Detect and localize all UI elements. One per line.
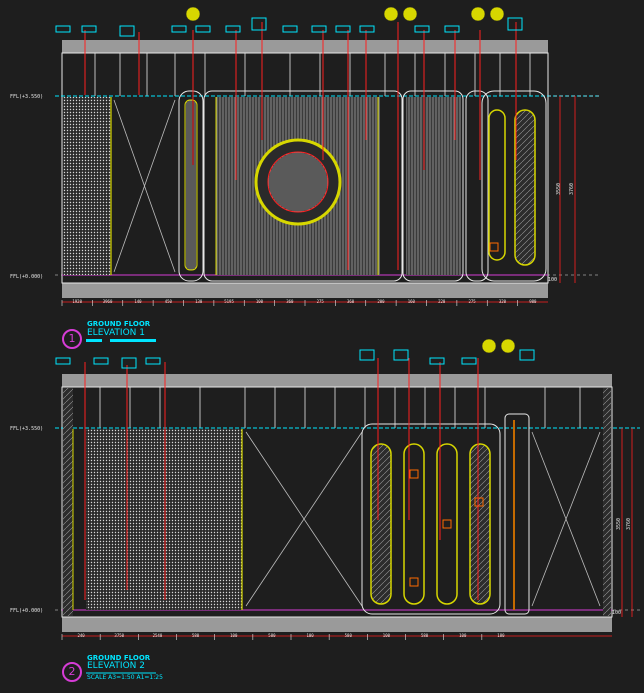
- elevation-1-title-line2: ELEVATION 1: [87, 328, 145, 338]
- e1-dim-label: 3960: [103, 299, 113, 304]
- e1-dim-label: 320: [499, 299, 507, 304]
- elevation-drawing-canvas: 1920 3960 140 450 130 5195 100 360 275 360 200 160 2…: [10, 6, 640, 674]
- e2-dim-label: 3750: [114, 633, 124, 638]
- e1-vdim-1: 3550: [556, 183, 562, 195]
- e2-dim-label: 100: [459, 633, 467, 638]
- e1-vdim-2: 3760: [569, 183, 575, 195]
- e2-dim-label: 580: [421, 633, 429, 638]
- e1-dim-label: 130: [195, 299, 203, 304]
- e1-floor-band: [62, 283, 548, 298]
- elevation-1-number-badge: 1: [62, 329, 82, 349]
- e2-dim-label: 100: [230, 633, 238, 638]
- e1-dim-label: 360: [286, 299, 294, 304]
- e1-dim-label: 275: [468, 299, 476, 304]
- elevation-2-scale: SCALE A3=1:50 A1=1:25: [87, 674, 163, 681]
- elevation-1-title-line1: GROUND FLOOR: [87, 320, 151, 328]
- e2-dim-label: 240: [77, 633, 85, 638]
- e1-dimension-strip: 1920 3960 140 450 130 5195 100 360 275 360 200 160 2…: [61, 299, 537, 306]
- e1-dim-label: 980: [529, 299, 537, 304]
- e1-dim-label: 360: [347, 299, 355, 304]
- e2-dim-label: 100: [383, 633, 391, 638]
- e1-level-top: FFL(+3.550): [10, 94, 43, 100]
- elevation-2: [55, 358, 640, 632]
- e1-level-bottom: FFL(+0.000): [10, 274, 43, 280]
- e2-dim-label: 580: [192, 633, 200, 638]
- e1-dim-label: 160: [408, 299, 416, 304]
- e1-ceiling-band: [62, 40, 548, 53]
- e1-dim-label: 1920: [72, 299, 82, 304]
- e1-dotted-panel: [63, 97, 111, 275]
- e1-dim-label: 5195: [224, 299, 234, 304]
- elevation-2-number-badge: 2: [62, 662, 82, 682]
- elevation-1: [55, 22, 600, 298]
- e2-level-bottom: FFL(+0.000): [10, 608, 43, 614]
- e1-dim-label: 100: [256, 299, 264, 304]
- elevation-2-title-line2: ELEVATION 2: [87, 661, 145, 671]
- e2-dim-label: 100: [306, 633, 314, 638]
- e2-dotted-panel: [86, 429, 242, 610]
- e2-dim-label: 580: [345, 633, 353, 638]
- e1-dim-label: 220: [438, 299, 446, 304]
- e1-dim-label: 200: [377, 299, 385, 304]
- e1-dim-label: 450: [165, 299, 173, 304]
- e1-dim-label: 140: [134, 299, 142, 304]
- e1-door-panel: [113, 99, 176, 273]
- e1-ornament-panel: [481, 90, 547, 282]
- e2-door-panel: [245, 431, 363, 607]
- e2-vdim-1: 3550: [616, 518, 622, 530]
- e2-dim-label: 2540: [153, 633, 163, 638]
- e2-dimension-strip: 240 3750 2540 580 100 580 100 580 100 580 100 180: [61, 633, 505, 640]
- e1-dim-label: 275: [317, 299, 325, 304]
- e2-vdim-3: 100: [612, 610, 621, 616]
- e1-vdim-3: 100: [548, 277, 557, 283]
- e2-dim-label: 580: [268, 633, 276, 638]
- e2-vdim-2: 3760: [626, 518, 632, 530]
- e2-dim-label: 180: [497, 633, 505, 638]
- e2-level-top: FFL(+3.550): [10, 426, 43, 432]
